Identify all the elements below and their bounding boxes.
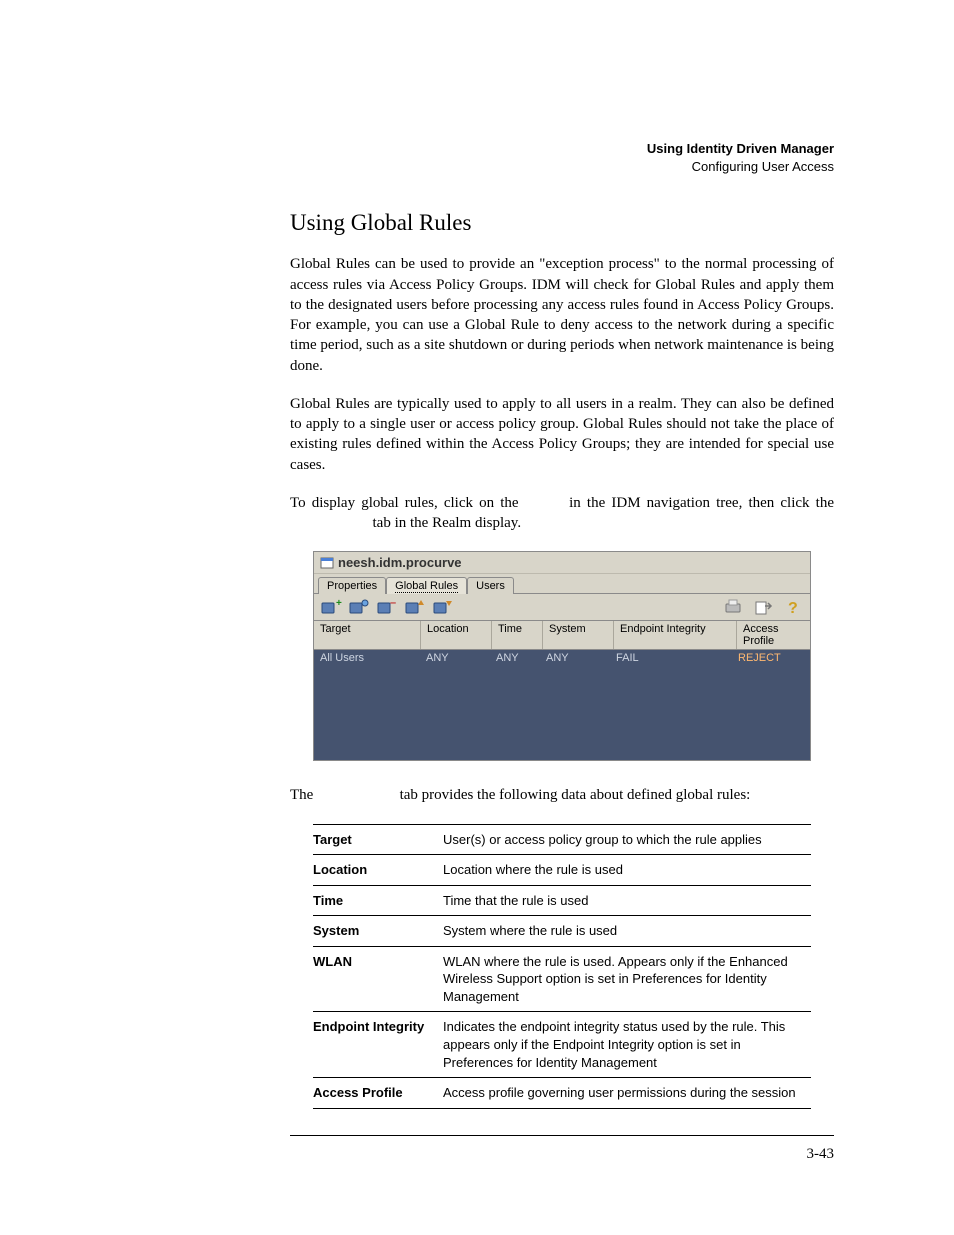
col-access-profile[interactable]: Access Profile	[737, 621, 810, 649]
definition-row: TimeTime that the rule is used	[313, 885, 811, 916]
move-down-icon[interactable]	[432, 596, 454, 618]
realm-icon	[320, 556, 334, 570]
section-heading: Using Global Rules	[290, 210, 834, 236]
panel-titlebar: neesh.idm.procurve	[314, 552, 810, 574]
svg-text:+: +	[336, 598, 342, 609]
add-rule-icon[interactable]: +	[320, 596, 342, 618]
table-body: All Users ANY ANY ANY FAIL REJECT	[314, 650, 810, 760]
tab-bar: Properties Global Rules Users	[314, 574, 810, 594]
definition-row: LocationLocation where the rule is used	[313, 855, 811, 886]
edit-rule-icon[interactable]	[348, 596, 370, 618]
definition-term: WLAN	[313, 946, 443, 1012]
tab-global-rules[interactable]: Global Rules	[386, 577, 467, 594]
definitions-table: TargetUser(s) or access policy group to …	[313, 824, 811, 1109]
page-header: Using Identity Driven Manager Configurin…	[290, 140, 834, 176]
delete-rule-icon[interactable]: –	[376, 596, 398, 618]
definition-desc: Location where the rule is used	[443, 855, 811, 886]
paragraph-2: Global Rules are typically used to apply…	[290, 394, 834, 475]
definition-desc: Time that the rule is used	[443, 885, 811, 916]
definition-desc: User(s) or access policy group to which …	[443, 824, 811, 855]
definition-row: TargetUser(s) or access policy group to …	[313, 824, 811, 855]
definition-term: Target	[313, 824, 443, 855]
post-panel-paragraph: The Global Rules tab provides the follow…	[290, 785, 834, 805]
col-system[interactable]: System	[543, 621, 614, 649]
col-time[interactable]: Time	[492, 621, 543, 649]
definition-row: WLANWLAN where the rule is used. Appears…	[313, 946, 811, 1012]
paragraph-1: Global Rules can be used to provide an "…	[290, 254, 834, 376]
tab-properties[interactable]: Properties	[318, 577, 386, 594]
table-row[interactable]: All Users ANY ANY ANY FAIL REJECT	[314, 650, 810, 666]
help-icon[interactable]: ?	[782, 596, 804, 618]
table-header: Target Location Time System Endpoint Int…	[314, 620, 810, 650]
move-up-icon[interactable]	[404, 596, 426, 618]
definition-row: Endpoint IntegrityIndicates the endpoint…	[313, 1012, 811, 1078]
definition-term: Endpoint Integrity	[313, 1012, 443, 1078]
svg-text:?: ?	[788, 600, 798, 616]
definition-desc: System where the rule is used	[443, 916, 811, 947]
svg-text:–: –	[390, 597, 396, 609]
global-rules-panel: neesh.idm.procurve Properties Global Rul…	[313, 551, 811, 761]
print-icon[interactable]	[722, 596, 744, 618]
definition-term: Access Profile	[313, 1078, 443, 1109]
definition-desc: WLAN where the rule is used. Appears onl…	[443, 946, 811, 1012]
header-subtitle: Configuring User Access	[290, 158, 834, 176]
col-location[interactable]: Location	[421, 621, 492, 649]
definition-term: System	[313, 916, 443, 947]
col-target[interactable]: Target	[314, 621, 421, 649]
definition-desc: Access profile governing user permission…	[443, 1078, 811, 1109]
definition-row: Access ProfileAccess profile governing u…	[313, 1078, 811, 1109]
definition-term: Time	[313, 885, 443, 916]
toolbar: + –	[314, 594, 810, 620]
footer-rule	[290, 1135, 834, 1136]
tab-users[interactable]: Users	[467, 577, 514, 594]
definition-desc: Indicates the endpoint integrity status …	[443, 1012, 811, 1078]
col-endpoint-integrity[interactable]: Endpoint Integrity	[614, 621, 737, 649]
header-title: Using Identity Driven Manager	[290, 140, 834, 158]
page-number: 3-43	[290, 1146, 834, 1163]
panel-title-text: neesh.idm.procurve	[338, 555, 462, 570]
export-icon[interactable]	[752, 596, 774, 618]
definition-row: SystemSystem where the rule is used	[313, 916, 811, 947]
paragraph-3: To display global rules, click on the Re…	[290, 493, 834, 534]
definition-term: Location	[313, 855, 443, 886]
